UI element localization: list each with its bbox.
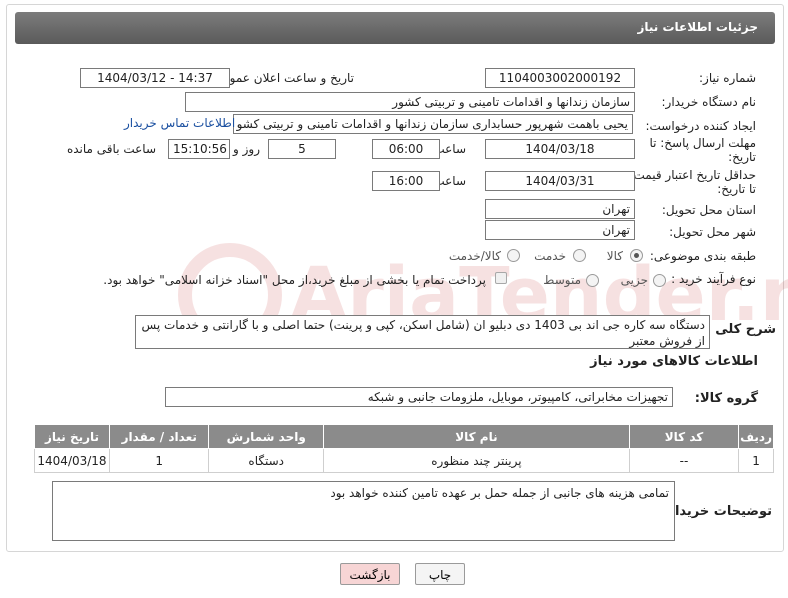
subject-radio-service[interactable] [573,249,586,262]
header-unit: واحد شمارش [208,424,324,449]
table-header-row: ردیف کد کالا نام کالا واحد شمارش تعداد /… [34,424,774,449]
delivery-city-field: تهران [485,220,635,240]
deadline-time-field: 06:00 [372,139,440,159]
requester-field: یحیی باهمت شهرپور حسابداری سازمان زندانه… [233,114,633,134]
delivery-province-field: تهران [485,199,635,219]
deadline-days-label: روز و [233,142,260,156]
process-radio-medium[interactable] [586,274,599,287]
goods-group-field: تجهیزات مخابراتی، کامپیوتر، موبایل، ملزو… [165,387,673,407]
deadline-label-line2: تاریخ: [728,150,756,164]
process-option-minor: جزیی [620,273,648,287]
remaining-time-field: 15:10:56 [168,139,230,159]
subject-radio-goods[interactable] [630,249,643,262]
process-option-medium: متوسط [543,273,581,287]
announce-date-label: تاریخ و ساعت اعلان عمومی: [209,71,354,85]
cell-quantity: 1 [108,448,210,473]
buyer-contact-link[interactable]: اطلاعات تماس خریدار [124,116,235,130]
need-description-field[interactable]: دستگاه سه کاره جی اند بی 1403 دی دبلیو ا… [135,315,710,349]
table-row: 1 -- پرینتر چند منظوره دستگاه 1 1404/03/… [34,448,774,473]
subject-option-goods-service: کالا/خدمت [448,249,501,263]
delivery-city-label: شهر محل تحویل: [669,225,756,239]
process-radio-minor[interactable] [653,274,666,287]
cell-row-number: 1 [738,448,774,473]
treasury-bonds-text: پرداخت تمام یا بخشی از مبلغ خرید،از محل … [103,273,486,287]
page-title: جزئیات اطلاعات نیاز [637,20,758,34]
buyer-org-field: سازمان زندانها و اقدامات تامینی و تربیتی… [185,92,635,112]
goods-group-label: گروه کالا: [694,391,758,406]
buyer-org-label: نام دستگاه خریدار: [661,95,757,109]
treasury-bonds-checkbox[interactable] [495,272,507,284]
need-number-label: شماره نیاز: [699,71,756,85]
announce-date-field: 1404/03/12 - 14:37 [80,68,230,88]
delivery-province-label: استان محل تحویل: [661,203,756,217]
buyer-notes-field[interactable]: تمامی هزینه های جانبی از جمله حمل بر عهد… [52,481,675,541]
print-button[interactable]: چاپ [415,563,465,585]
price-validity-label-line1: حداقل تاریخ اعتبار قیمت: [629,168,756,182]
subject-option-service: خدمت [534,249,566,263]
cell-item-code: -- [628,448,740,473]
requester-label: ایجاد کننده درخواست: [645,119,756,133]
subject-category-label: طبقه بندی موضوعی: [649,249,756,263]
price-validity-label-line2: تا تاریخ: [717,182,756,196]
cell-item-name: پرینتر چند منظوره [322,448,630,473]
cell-unit: دستگاه [208,448,324,473]
back-button[interactable]: بازگشت [340,563,400,585]
header-row-number: ردیف [738,424,774,449]
header-item-name: نام کالا [322,424,630,449]
subject-radio-goods-service[interactable] [507,249,520,262]
price-validity-time-field: 16:00 [372,171,440,191]
header-quantity: تعداد / مقدار [108,424,210,449]
header-need-date: تاریخ نیاز [34,424,110,449]
purchase-process-label: نوع فرآیند خرید : [671,272,756,286]
price-validity-date-field: 1404/03/31 [485,171,635,191]
deadline-date-field: 1404/03/18 [485,139,635,159]
subject-option-goods: کالا [606,249,623,263]
deadline-label-line1: مهلت ارسال پاسخ: تا [649,136,756,150]
buyer-notes-label: توضیحات خریدار: [662,504,772,519]
remaining-time-label: ساعت باقی مانده [66,142,156,156]
goods-info-title: اطلاعات کالاهای مورد نیاز [590,354,758,369]
need-number-field: 1104003002000192 [485,68,635,88]
items-table: ردیف کد کالا نام کالا واحد شمارش تعداد /… [34,424,774,473]
header-item-code: کد کالا [628,424,740,449]
deadline-days-field: 5 [268,139,336,159]
cell-need-date: 1404/03/18 [34,448,110,473]
